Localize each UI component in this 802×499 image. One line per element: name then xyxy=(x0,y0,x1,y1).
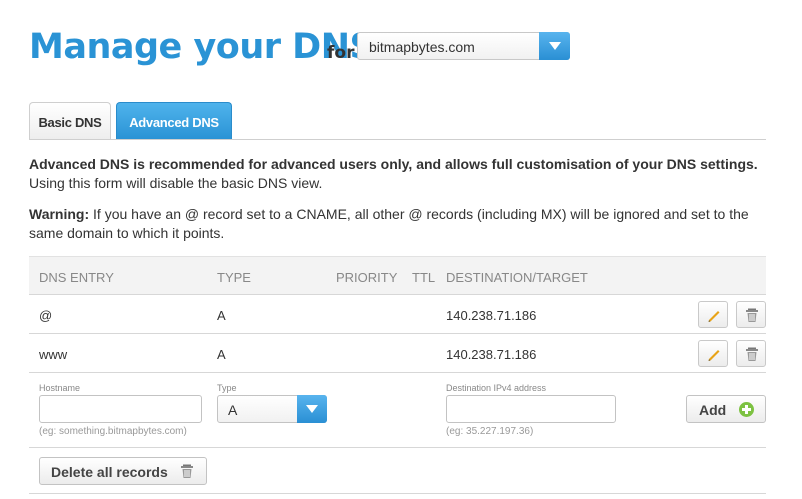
pencil-icon xyxy=(708,311,720,322)
page-title: Manage your DNS xyxy=(29,27,375,67)
cell-destination: 140.238.71.186 xyxy=(446,347,537,362)
destination-input[interactable] xyxy=(446,395,616,423)
table-row: www A 140.238.71.186 xyxy=(29,334,766,373)
header-ttl: TTL xyxy=(412,270,436,285)
header-destination: DESTINATION/TARGET xyxy=(446,270,588,285)
delete-all-records-button[interactable]: Delete all records xyxy=(39,457,207,485)
warning-text: Warning: If you have an @ record set to … xyxy=(29,205,769,243)
header-dns-entry: DNS ENTRY xyxy=(39,270,114,285)
plus-icon xyxy=(739,402,754,417)
delete-record-button[interactable] xyxy=(736,340,766,367)
add-record-button[interactable]: Add xyxy=(686,395,766,423)
domain-select[interactable]: bitmapbytes.com xyxy=(357,32,570,60)
pencil-icon xyxy=(708,350,720,361)
type-select-value: A xyxy=(228,402,238,418)
trash-icon xyxy=(746,308,758,322)
delete-all-label: Delete all records xyxy=(51,464,168,480)
table-footer: Delete all records xyxy=(29,448,766,494)
add-record-form: Hostname (eg: something.bitmapbytes.com)… xyxy=(29,373,766,448)
tab-divider xyxy=(29,139,766,140)
tab-advanced-dns[interactable]: Advanced DNS xyxy=(116,102,232,139)
delete-record-button[interactable] xyxy=(736,301,766,328)
cell-destination: 140.238.71.186 xyxy=(446,308,537,323)
table-header: DNS ENTRY TYPE PRIORITY TTL DESTINATION/… xyxy=(29,256,766,295)
header-priority: PRIORITY xyxy=(336,270,398,285)
destination-hint: (eg: 35.227.197.36) xyxy=(446,426,534,437)
header-type: TYPE xyxy=(217,270,251,285)
warning-label: Warning: xyxy=(29,206,90,222)
tab-basic-dns[interactable]: Basic DNS xyxy=(29,102,111,139)
edit-record-button[interactable] xyxy=(698,340,728,367)
cell-type: A xyxy=(217,308,226,323)
intro-text: Advanced DNS is recommended for advanced… xyxy=(29,155,769,193)
type-dropdown-button[interactable] xyxy=(297,395,327,423)
domain-dropdown-button[interactable] xyxy=(539,32,570,60)
cell-entry: @ xyxy=(39,308,53,323)
domain-select-value: bitmapbytes.com xyxy=(369,39,475,55)
cell-type: A xyxy=(217,347,226,362)
for-label: for xyxy=(327,43,355,63)
trash-icon xyxy=(746,347,758,361)
hostname-label: Hostname xyxy=(39,383,81,393)
trash-icon xyxy=(181,464,193,478)
table-row: @ A 140.238.71.186 xyxy=(29,295,766,334)
edit-record-button[interactable] xyxy=(698,301,728,328)
type-select[interactable]: A xyxy=(217,395,327,423)
cell-entry: www xyxy=(39,347,68,362)
intro-bold: Advanced DNS is recommended for advanced… xyxy=(29,156,758,172)
destination-label: Destination IPv4 address xyxy=(446,383,547,393)
chevron-down-icon xyxy=(549,42,561,50)
warning-body: If you have an @ record set to a CNAME, … xyxy=(29,206,749,241)
type-label: Type xyxy=(217,383,237,393)
add-button-label: Add xyxy=(699,402,727,418)
hostname-input[interactable] xyxy=(39,395,202,423)
chevron-down-icon xyxy=(306,405,318,413)
hostname-hint: (eg: something.bitmapbytes.com) xyxy=(39,426,187,437)
intro-note: Using this form will disable the basic D… xyxy=(29,175,323,191)
